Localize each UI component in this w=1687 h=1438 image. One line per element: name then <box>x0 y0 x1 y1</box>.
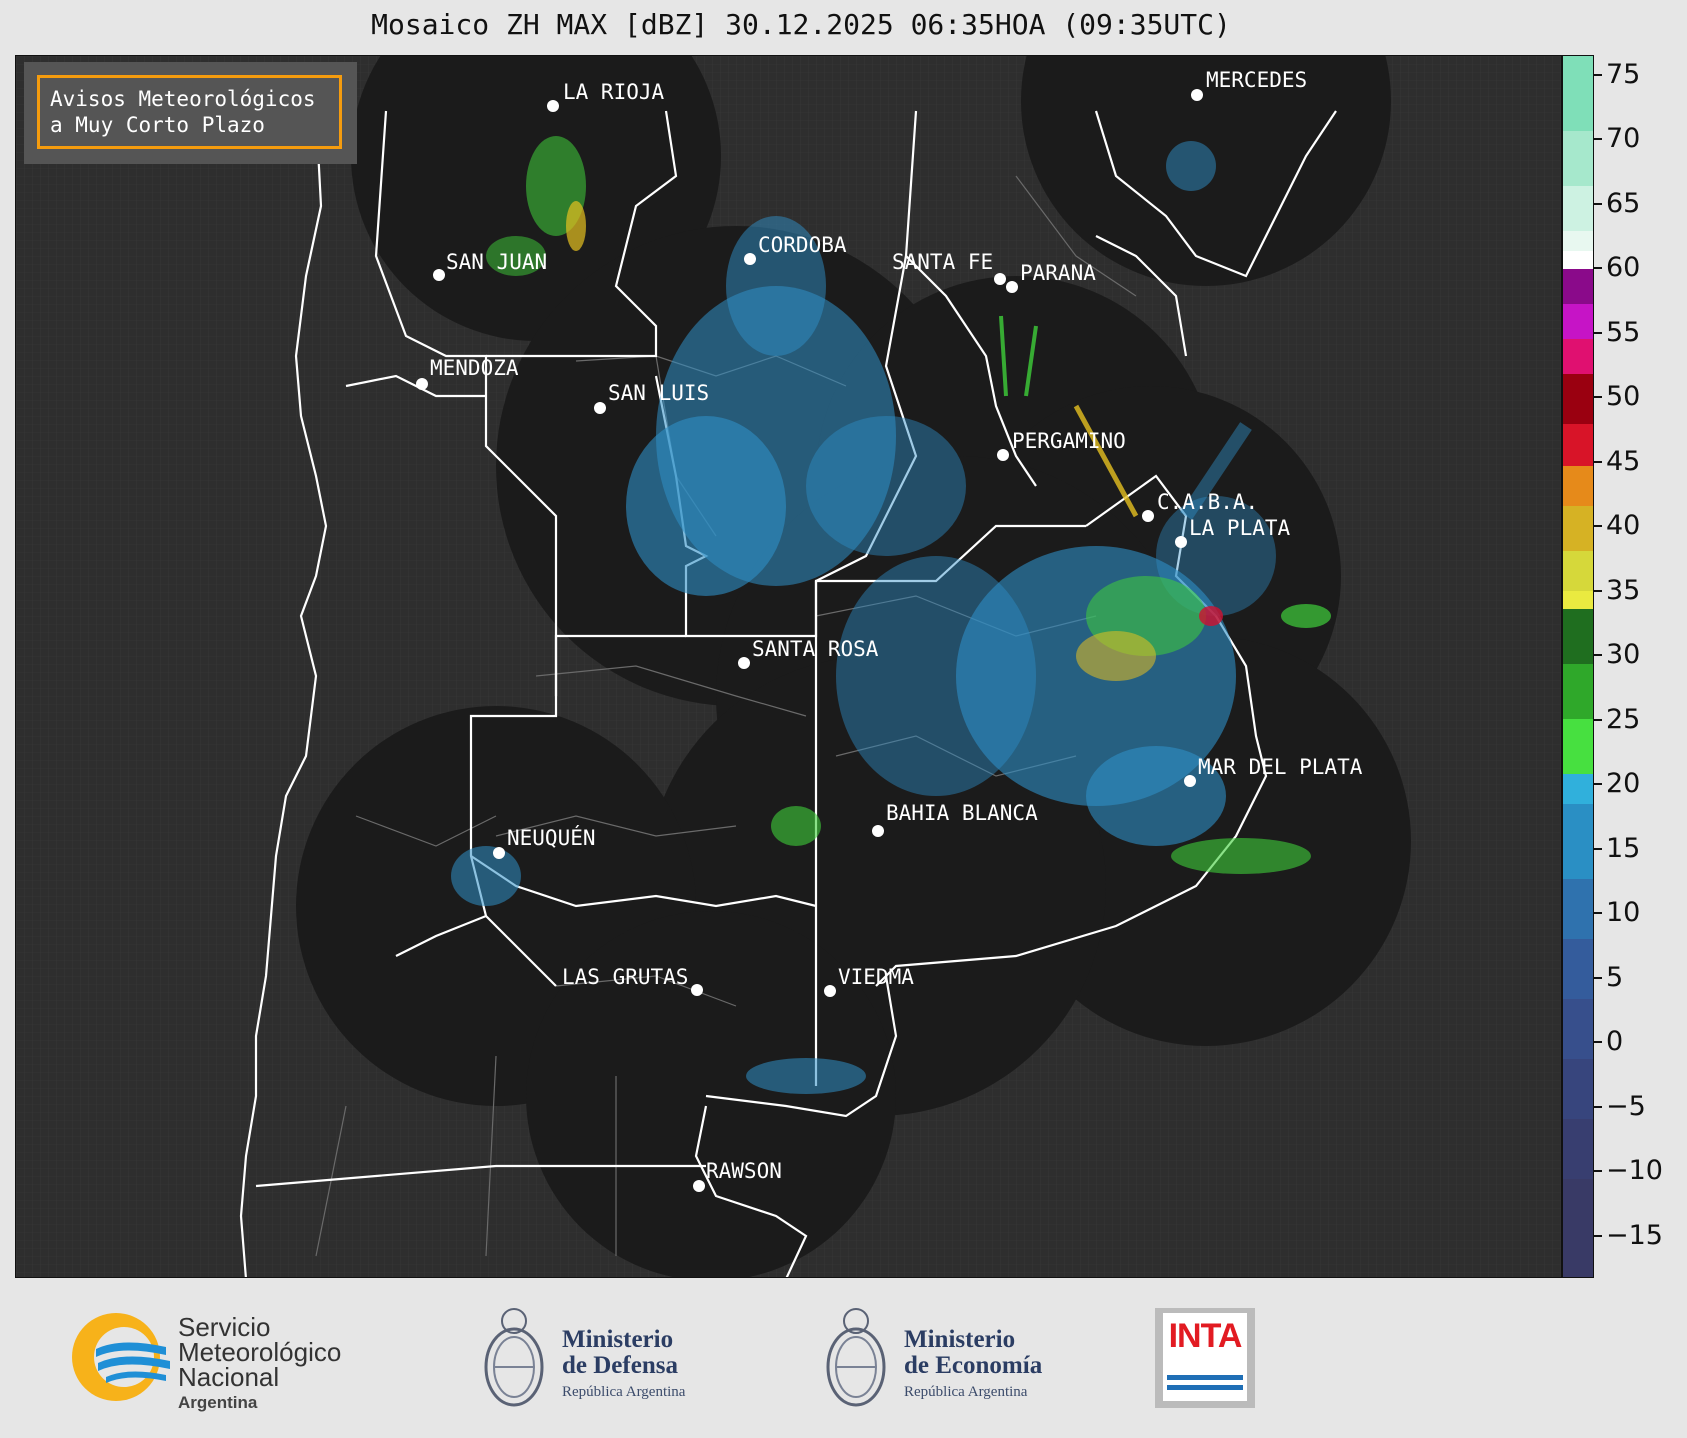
defensa-logo: Ministerio de Defensa República Argentin… <box>478 1297 728 1422</box>
tick-label: 25 <box>1606 704 1641 735</box>
smn-emblem-icon <box>72 1313 170 1401</box>
tick-label: 50 <box>1606 381 1641 412</box>
city-marker <box>547 100 559 112</box>
defensa-text: Ministerio de Defensa República Argentin… <box>562 1327 685 1405</box>
city-label-san-juan: SAN JUAN <box>446 250 547 274</box>
colorbar <box>1562 55 1594 1278</box>
tick-label: 55 <box>1606 317 1641 348</box>
city-label-caba: C.A.B.A. <box>1157 490 1258 514</box>
city-label-pergamino: PERGAMINO <box>1012 429 1126 453</box>
city-label-santa-fe: SANTA FE <box>892 250 993 274</box>
economia-line-1: Ministerio <box>904 1326 1016 1353</box>
national-shield-icon <box>484 1308 544 1407</box>
tick-label: 30 <box>1606 639 1641 670</box>
radar-map-svg: LA RIOJA SAN JUAN CORDOBA SANTA FE PARAN… <box>16 56 1561 1277</box>
tick-label: −15 <box>1606 1220 1663 1251</box>
city-label-rawson: RAWSON <box>706 1159 782 1183</box>
defensa-line-2: de Defensa <box>562 1352 678 1379</box>
radar-map: LA RIOJA SAN JUAN CORDOBA SANTA FE PARAN… <box>15 55 1562 1278</box>
city-label-parana: PARANA <box>1020 261 1096 285</box>
city-label-bahia-blanca: BAHIA BLANCA <box>886 801 1038 825</box>
map-title: Mosaico ZH MAX [dBZ] 30.12.2025 06:35HOA… <box>371 8 1231 41</box>
city-label-las-grutas: LAS GRUTAS <box>562 965 688 989</box>
smn-line-4: Argentina <box>178 1393 258 1412</box>
city-marker <box>994 273 1006 285</box>
smn-text: Servicio Meteorológico Nacional Argentin… <box>178 1314 341 1415</box>
smn-line-3: Nacional <box>178 1362 280 1392</box>
tick-label: 15 <box>1606 833 1641 864</box>
avisos-box: Avisos Meteorológicos a Muy Corto Plazo <box>37 75 342 149</box>
national-shield-icon <box>826 1308 886 1407</box>
city-marker <box>1006 281 1018 293</box>
city-label-san-luis: SAN LUIS <box>608 381 709 405</box>
city-label-santa-rosa: SANTA ROSA <box>752 637 879 661</box>
city-marker <box>997 449 1009 461</box>
defensa-line-3: República Argentina <box>562 1384 686 1400</box>
tick-label: 40 <box>1606 510 1641 541</box>
city-marker <box>738 657 750 669</box>
tick-label: −5 <box>1606 1091 1646 1122</box>
tick-label: 65 <box>1606 188 1641 219</box>
city-marker <box>433 269 445 281</box>
tick-label: 45 <box>1606 446 1641 477</box>
city-marker <box>1184 775 1196 787</box>
tick-label: 60 <box>1606 252 1641 283</box>
city-marker <box>693 1180 705 1192</box>
city-label-mendoza: MENDOZA <box>430 356 519 380</box>
avisos-line-2: a Muy Corto Plazo <box>50 113 265 137</box>
economia-line-2: de Economía <box>904 1352 1043 1379</box>
city-label-la-rioja: LA RIOJA <box>563 80 665 104</box>
inta-label: INTA <box>1168 1317 1243 1355</box>
avisos-line-1: Avisos Meteorológicos <box>50 87 316 111</box>
tick-label: 75 <box>1606 59 1641 90</box>
city-marker <box>872 825 884 837</box>
city-marker <box>1175 536 1187 548</box>
tick-label: 10 <box>1606 897 1641 928</box>
city-marker <box>1191 89 1203 101</box>
tick-label: 0 <box>1606 1026 1624 1057</box>
city-label-mercedes: MERCEDES <box>1206 68 1307 92</box>
inta-logo: INTA <box>1155 1308 1255 1408</box>
city-label-cordoba: CORDOBA <box>758 233 847 257</box>
logo-bar: Servicio Meteorológico Nacional Argentin… <box>0 1285 1687 1438</box>
city-marker <box>594 402 606 414</box>
tick-label: 5 <box>1606 962 1624 993</box>
tick-label: −10 <box>1606 1155 1663 1186</box>
city-marker <box>744 253 756 265</box>
smn-logo: Servicio Meteorológico Nacional Argentin… <box>66 1305 386 1415</box>
avisos-panel: Avisos Meteorológicos a Muy Corto Plazo <box>24 62 357 164</box>
economia-logo: Ministerio de Economía República Argenti… <box>820 1297 1080 1422</box>
city-label-la-plata: LA PLATA <box>1189 516 1291 540</box>
city-label-neuquen: NEUQUÉN <box>507 825 596 850</box>
defensa-line-1: Ministerio <box>562 1326 674 1353</box>
city-marker <box>416 378 428 390</box>
tick-label: 35 <box>1606 575 1641 606</box>
city-marker <box>824 985 836 997</box>
tick-label: 20 <box>1606 768 1641 799</box>
city-marker <box>1142 510 1154 522</box>
economia-text: Ministerio de Economía República Argenti… <box>904 1327 1042 1405</box>
city-label-viedma: VIEDMA <box>838 965 914 989</box>
city-marker <box>493 847 505 859</box>
city-marker <box>691 984 703 996</box>
economia-line-3: República Argentina <box>904 1384 1028 1400</box>
tick-label: 70 <box>1606 123 1641 154</box>
city-label-mar-del-plata: MAR DEL PLATA <box>1198 755 1363 779</box>
